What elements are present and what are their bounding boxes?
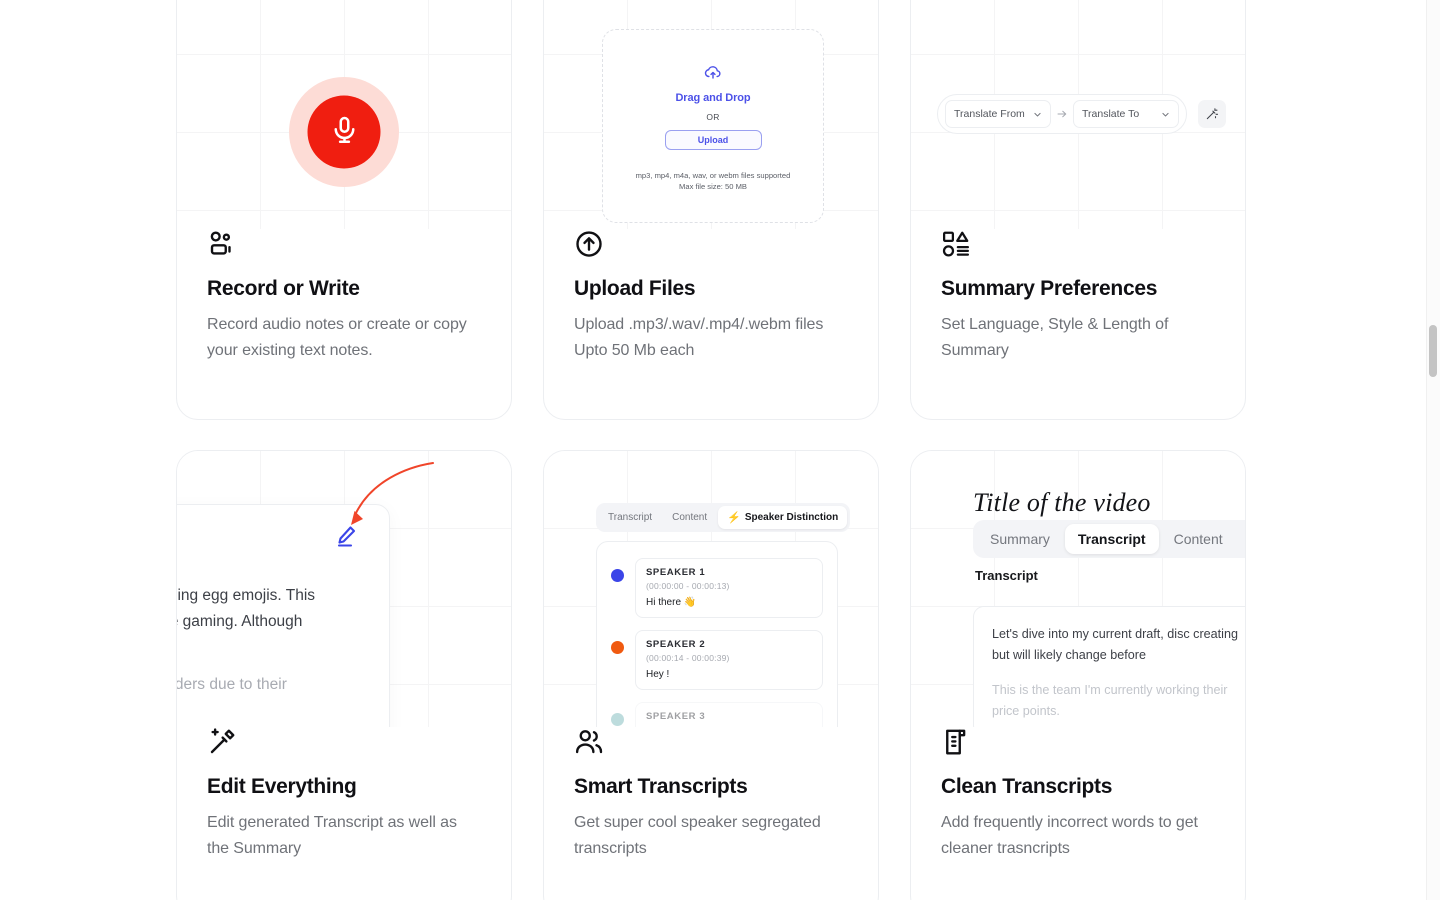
speaker-text: Hi there 👋 [646, 597, 697, 608]
upload-button[interactable]: Upload [664, 130, 762, 150]
speaker-color-dot [611, 641, 624, 654]
card-body: Smart Transcripts Get super cool speaker… [544, 727, 878, 862]
card-title: Upload Files [574, 277, 696, 300]
shapes-list-icon [941, 229, 971, 259]
tab-transcript[interactable]: Transcript [1064, 524, 1159, 554]
card-body: Summary Preferences Set Language, Style … [911, 229, 1245, 364]
translate-from-select[interactable]: Translate From [945, 100, 1051, 128]
card-description: Get super cool speaker segregated transc… [574, 814, 821, 857]
feature-card-edit-everything[interactable]: amming egg emojis. This efore gaming. Al… [176, 450, 512, 900]
vertical-scrollbar-track[interactable] [1426, 0, 1440, 900]
speaker-color-dot [611, 569, 624, 582]
translate-to-label: Translate To [1082, 108, 1140, 120]
transcript-paragraph-2: This is the team I'm currently working t… [992, 683, 1228, 718]
tab-transcript[interactable]: Transcript [599, 507, 661, 528]
edit-note-line-2: efore gaming. Although [177, 613, 303, 630]
cloud-upload-icon [704, 63, 722, 81]
speaker-bubble: SPEAKER 1 (00:00:00 - 00:00:13) Hi there… [635, 558, 823, 618]
microphone-icon [329, 116, 359, 149]
speaker-row: SPEAKER 3 (00:00:14 - 00:00:39) [611, 702, 823, 727]
speaker-text: Hey ! [646, 669, 670, 680]
feature-card-smart-transcripts[interactable]: Transcript Content ⚡ Speaker Distinction… [543, 450, 879, 900]
speaker-name: SPEAKER 3 [646, 711, 706, 722]
illustration-translate: Translate From Translate To [911, 0, 1245, 229]
curved-red-arrow-icon [351, 462, 434, 525]
illustration-speakers: Transcript Content ⚡ Speaker Distinction… [544, 451, 878, 727]
feature-card-clean-transcripts[interactable]: Title of the video Summary Transcript Co… [910, 450, 1246, 900]
translate-to-select[interactable]: Translate To [1073, 100, 1179, 128]
tab-summary[interactable]: Summary [977, 524, 1063, 554]
card-description: Add frequently incorrect words to get cl… [941, 814, 1198, 857]
translate-pill: Translate From Translate To [937, 94, 1187, 134]
card-description: Upload .mp3/.wav/.mp4/.webm files Upto 5… [574, 316, 824, 359]
card-title: Edit Everything [207, 775, 357, 798]
transcript-text-box: Let's dive into my current draft, disc c… [973, 606, 1245, 727]
speaker-name: SPEAKER 1 [646, 567, 706, 578]
magic-wand-button[interactable] [1198, 100, 1226, 128]
tab-speaker-distinction[interactable]: ⚡ Speaker Distinction [718, 506, 848, 529]
card-body: Upload Files Upload .mp3/.wav/.mp4/.webm… [544, 229, 878, 364]
feature-card-upload-files[interactable]: Drag and Drop OR Upload mp3, mp4, m4a, w… [543, 0, 879, 420]
edit-note-line-3: idfielders due to their [177, 676, 287, 693]
tab-content[interactable]: Content [1161, 524, 1236, 554]
upload-circle-arrow-icon [574, 229, 604, 259]
speaker-timestamp: (00:00:14 - 00:00:39) [646, 653, 730, 663]
scroll-document-icon [941, 727, 971, 757]
dropzone-hint-line2: Max file size: 50 MB [679, 182, 747, 191]
chevron-down-icon [1033, 110, 1042, 119]
clean-transcript-tabs: Summary Transcript Content ⚡ [973, 520, 1245, 558]
tab-content[interactable]: Content [663, 507, 716, 528]
transcript-paragraph-1: Let's dive into my current draft, disc c… [992, 627, 1238, 662]
dropzone-or-label: OR [706, 112, 720, 122]
speaker-panel: SPEAKER 1 (00:00:00 - 00:00:13) Hi there… [596, 541, 838, 727]
two-people-icon [574, 727, 604, 757]
card-body: Record or Write Record audio notes or cr… [177, 229, 511, 364]
speaker-bubble: SPEAKER 2 (00:00:14 - 00:00:39) Hey ! [635, 630, 823, 690]
illustration-record [177, 0, 511, 229]
arrow-right-icon [1056, 108, 1068, 120]
transcript-section-label: Transcript [975, 568, 1038, 583]
illustration-clean-transcript: Title of the video Summary Transcript Co… [911, 451, 1245, 727]
bolt-icon: ⚡ [727, 512, 741, 524]
speaker-timestamp: (00:00:14 - 00:00:39) [646, 725, 812, 727]
speaker-row: SPEAKER 2 (00:00:14 - 00:00:39) Hey ! [611, 630, 823, 690]
feature-card-record-or-write[interactable]: Record or Write Record audio notes or cr… [176, 0, 512, 420]
dropzone[interactable]: Drag and Drop OR Upload mp3, mp4, m4a, w… [602, 29, 824, 223]
card-title: Summary Preferences [941, 277, 1158, 300]
card-title: Clean Transcripts [941, 775, 1113, 798]
speaker-bubble: SPEAKER 3 (00:00:14 - 00:00:39) [635, 702, 823, 727]
dropzone-hint-line1: mp3, mp4, m4a, wav, or webm files suppor… [635, 171, 791, 180]
illustration-upload: Drag and Drop OR Upload mp3, mp4, m4a, w… [544, 0, 878, 229]
edit-note-line-1: amming egg emojis. This [177, 587, 316, 604]
transcript-tabs: Transcript Content ⚡ Speaker Distinction [596, 503, 851, 532]
card-title: Smart Transcripts [574, 775, 748, 798]
card-description: Edit generated Transcript as well as the… [207, 814, 457, 857]
speaker-color-dot [611, 713, 624, 726]
page-root: Record or Write Record audio notes or cr… [0, 0, 1440, 900]
feature-card-grid: Record or Write Record audio notes or cr… [176, 0, 1246, 900]
chevron-down-icon [1161, 110, 1170, 119]
card-body: Edit Everything Edit generated Transcrip… [177, 727, 511, 862]
speaker-name: SPEAKER 2 [646, 639, 706, 650]
tab-speaker-distinction-label: Speaker Distinction [744, 512, 839, 523]
dropzone-title: Drag and Drop [675, 92, 751, 104]
record-mic-button[interactable] [307, 95, 381, 169]
speaker-timestamp: (00:00:00 - 00:00:13) [646, 581, 730, 591]
card-description: Set Language, Style & Length of Summary [941, 316, 1169, 359]
translate-bar: Translate From Translate To [937, 94, 1226, 134]
record-write-icon [207, 229, 237, 259]
illustration-edit: amming egg emojis. This efore gaming. Al… [177, 451, 511, 727]
speaker-row: SPEAKER 1 (00:00:00 - 00:00:13) Hi there… [611, 558, 823, 618]
video-title: Title of the video [973, 488, 1151, 517]
translate-from-label: Translate From [954, 108, 1025, 120]
card-description: Record audio notes or create or copy you… [207, 316, 467, 359]
bolt-icon: ⚡ [1238, 529, 1245, 550]
magic-pencil-icon [207, 727, 237, 757]
card-title: Record or Write [207, 277, 360, 300]
vertical-scrollbar-thumb[interactable] [1429, 325, 1437, 377]
magic-wand-icon [1205, 107, 1219, 121]
card-body: Clean Transcripts Add frequently incorre… [911, 727, 1245, 862]
feature-card-summary-preferences[interactable]: Translate From Translate To Summary Pref… [910, 0, 1246, 420]
